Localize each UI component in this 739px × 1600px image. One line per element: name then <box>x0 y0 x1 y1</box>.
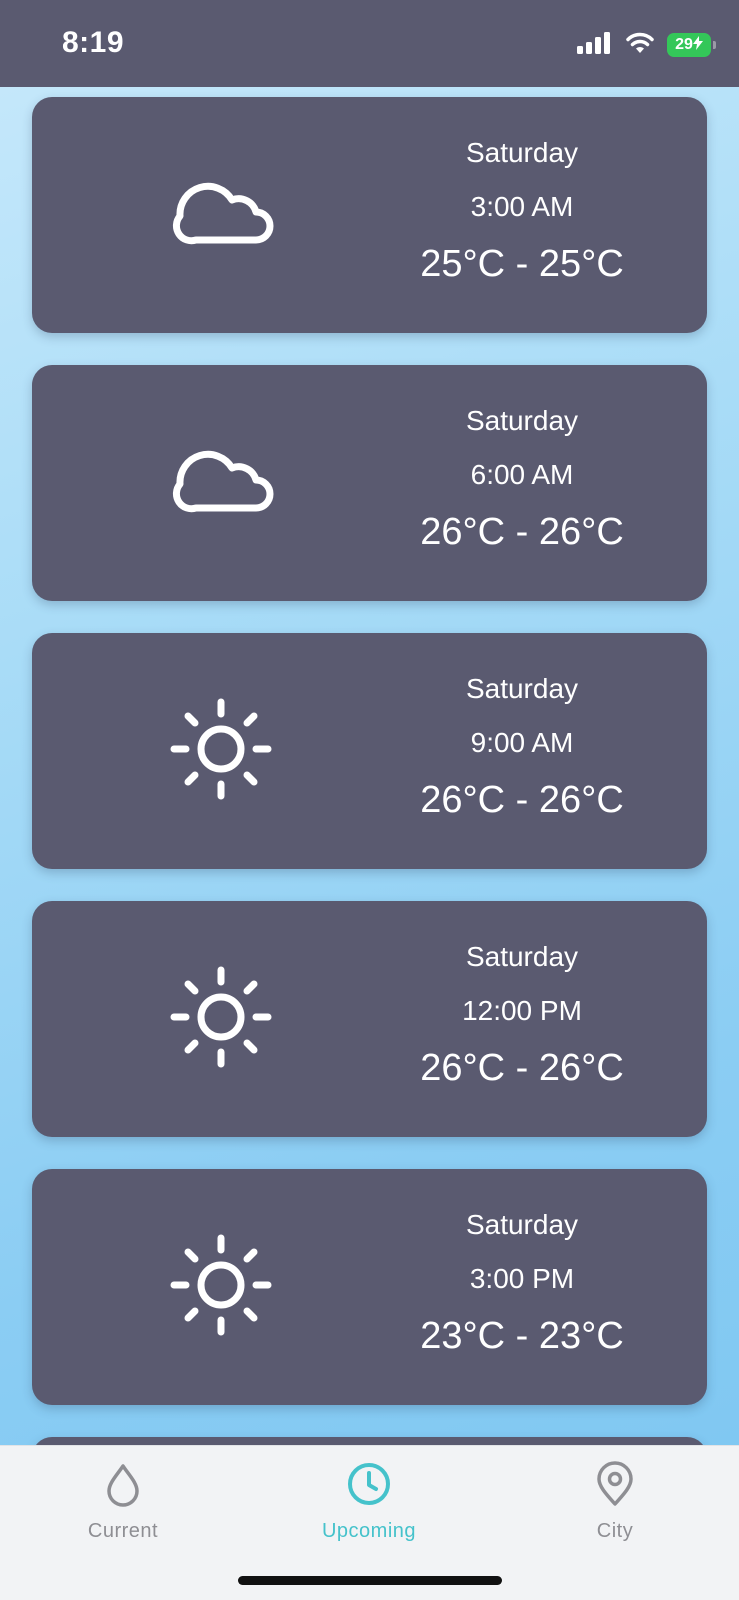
forecast-temp-range: 26°C - 26°C <box>420 511 624 553</box>
forecast-time: 3:00 PM <box>469 1263 575 1294</box>
forecast-details: Saturday 9:00 AM 26°C - 26°C <box>362 671 682 823</box>
cloud-icon <box>166 438 276 528</box>
forecast-time: 12:00 PM <box>462 995 582 1026</box>
tab-label: Current <box>87 1520 159 1542</box>
forecast-day: Saturday <box>465 673 579 704</box>
clock-icon <box>345 1460 393 1508</box>
forecast-day: Saturday <box>465 137 579 168</box>
forecast-details: Saturday 3:00 AM 25°C - 25°C <box>362 135 682 287</box>
battery-icon: 29 <box>667 33 716 57</box>
tab-label: Upcoming <box>321 1520 417 1542</box>
forecast-details: Saturday 3:00 PM 23°C - 23°C <box>362 1207 682 1359</box>
tab-current[interactable]: Current <box>23 1460 223 1543</box>
forecast-day: Saturday <box>465 1209 579 1240</box>
tab-label: City <box>596 1520 634 1542</box>
forecast-day: Saturday <box>465 405 579 436</box>
tab-upcoming[interactable]: Upcoming <box>269 1460 469 1543</box>
forecast-temp-range: 23°C - 23°C <box>420 1315 624 1357</box>
sun-icon <box>166 698 276 800</box>
forecast-temp-range: 26°C - 26°C <box>420 779 624 821</box>
location-pin-icon <box>591 1460 639 1508</box>
wifi-icon <box>625 31 655 60</box>
forecast-card-partial <box>32 1437 707 1445</box>
drop-icon <box>99 1460 147 1508</box>
forecast-card: Saturday 12:00 PM 26°C - 26°C <box>32 901 707 1137</box>
status-time: 8:19 <box>62 26 125 59</box>
forecast-temp-range: 26°C - 26°C <box>420 1047 624 1089</box>
forecast-details: Saturday 6:00 AM 26°C - 26°C <box>362 403 682 555</box>
forecast-list[interactable]: Saturday 3:00 AM 25°C - 25°C Saturday 6:… <box>0 87 739 1445</box>
tab-city[interactable]: City <box>515 1460 715 1543</box>
battery-level: 29 <box>675 36 693 53</box>
forecast-time: 3:00 AM <box>470 191 574 222</box>
sun-icon <box>166 966 276 1068</box>
cloud-icon <box>166 170 276 260</box>
status-icons: 29 <box>577 31 716 60</box>
status-bar: 8:19 29 <box>0 0 739 87</box>
forecast-temp-range: 25°C - 25°C <box>420 243 624 285</box>
battery-nub <box>713 41 716 49</box>
forecast-time: 6:00 AM <box>470 459 574 490</box>
forecast-card: Saturday 6:00 AM 26°C - 26°C <box>32 365 707 601</box>
forecast-card: Saturday 9:00 AM 26°C - 26°C <box>32 633 707 869</box>
forecast-card: Saturday 3:00 PM 23°C - 23°C <box>32 1169 707 1405</box>
sun-icon <box>166 1234 276 1336</box>
forecast-time: 9:00 AM <box>470 727 574 758</box>
forecast-details: Saturday 12:00 PM 26°C - 26°C <box>362 939 682 1091</box>
home-indicator[interactable] <box>238 1576 502 1585</box>
charging-icon <box>692 35 703 55</box>
signal-icon <box>577 31 613 60</box>
forecast-day: Saturday <box>465 941 579 972</box>
forecast-card: Saturday 3:00 AM 25°C - 25°C <box>32 97 707 333</box>
